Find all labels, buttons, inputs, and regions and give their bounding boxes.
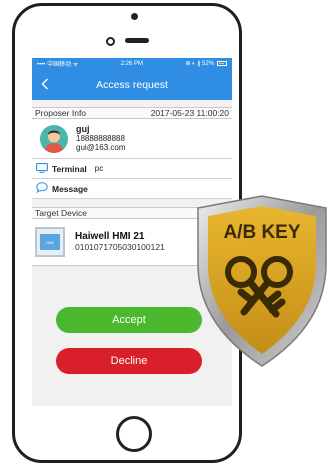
terminal-value: pc (94, 164, 104, 173)
hmi-device-icon: HMI (35, 227, 65, 257)
battery-icon (217, 61, 227, 66)
hmi-device-icon-screen: HMI (40, 234, 60, 250)
nav-bar: Access request (32, 69, 232, 100)
terminal-label: Terminal (52, 163, 87, 174)
monitor-icon (36, 162, 48, 175)
device-serial: 010107170503010012​1 (75, 242, 165, 252)
device-details: Haiwell HMI 21 010107170503010012​1 (75, 231, 165, 253)
device-name: Haiwell HMI 21 (75, 231, 145, 242)
proposer-row: guj 18888888888 gui@163.com (32, 119, 232, 159)
proximity-sensor (106, 37, 115, 46)
proposer-details: guj 18888888888 gui@163.com (76, 124, 126, 153)
terminal-row: Terminal pc (32, 159, 232, 179)
request-timestamp: 2017-05-23 11:00:20 (150, 108, 229, 118)
message-label: Message (52, 183, 88, 194)
home-button[interactable] (116, 416, 152, 452)
proposer-header: Proposer Info 2017-05-23 11:00:20 (32, 107, 232, 119)
proposer-name: guj (76, 124, 90, 134)
avatar (40, 124, 68, 153)
status-icons-text: ⊕ ◐ ∦ 52% (185, 61, 214, 67)
proposer-phone: 18888888888 (76, 134, 125, 143)
carrier-label: •••• 中国移动 ᯤ (37, 62, 79, 68)
badge-text: A/B KEY (223, 222, 300, 243)
earpiece-speaker (125, 38, 149, 43)
decline-button[interactable]: Decline (56, 348, 202, 374)
proposer-email: gui@163.com (76, 143, 126, 152)
proposer-section: Proposer Info 2017-05-23 11:00:20 guj 18… (32, 107, 232, 199)
clock: 2:26 PM (120, 60, 143, 67)
ab-key-shield-logo: A/B KEY (192, 194, 332, 370)
proposer-header-label: Proposer Info (35, 108, 87, 118)
page-title: Access request (96, 78, 168, 91)
accept-button[interactable]: Accept (56, 307, 202, 333)
chevron-left-icon[interactable] (38, 77, 52, 91)
front-camera (131, 13, 138, 20)
status-bar: •••• 中国移动 ᯤ 2:26 PM ⊕ ◐ ∦ 52% (32, 58, 232, 69)
status-icons: ⊕ ◐ ∦ 52% (185, 60, 227, 67)
target-header-label: Target Device (35, 208, 87, 218)
chat-bubble-icon (36, 182, 48, 195)
